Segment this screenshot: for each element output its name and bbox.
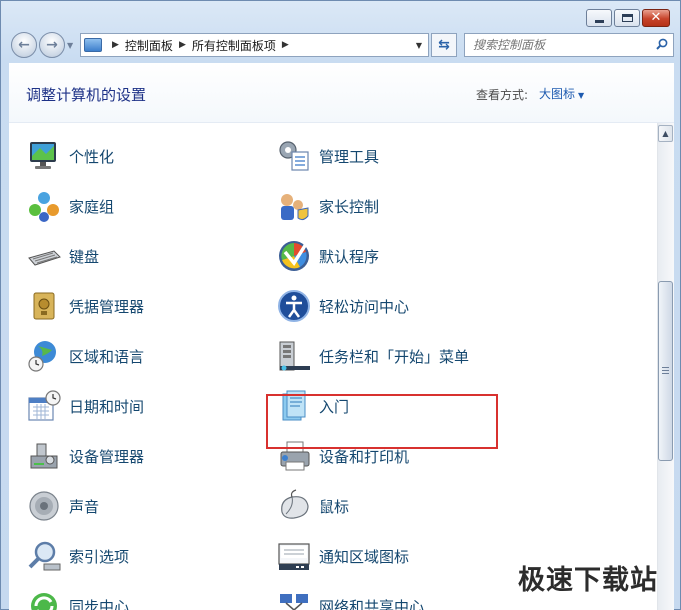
refresh-icon: ⇆	[438, 37, 450, 53]
breadcrumb-separator-icon[interactable]: ▶	[112, 40, 119, 50]
item-region-language[interactable]: 区域和语言	[26, 337, 144, 375]
grip-icon	[662, 367, 669, 374]
content-header: 调整计算机的设置 查看方式: 大图标 ▼	[9, 63, 674, 123]
refresh-button[interactable]: ⇆	[431, 33, 457, 57]
item-label[interactable]: 管理工具	[319, 146, 379, 167]
item-label[interactable]: 同步中心	[69, 596, 129, 610]
default-programs-icon	[279, 241, 309, 271]
content-pane: 调整计算机的设置 查看方式: 大图标 ▼ 个性化 家庭组 键盘 凭据管理器 区域…	[9, 63, 674, 610]
item-label[interactable]: 家长控制	[319, 196, 379, 217]
item-label[interactable]: 通知区域图标	[319, 546, 409, 567]
item-label[interactable]: 键盘	[69, 246, 99, 267]
back-arrow-icon: ←	[18, 37, 30, 53]
item-indexing-options[interactable]: 索引选项	[26, 537, 129, 575]
item-sound[interactable]: 声音	[26, 487, 99, 525]
item-device-manager[interactable]: 设备管理器	[26, 437, 144, 475]
close-button[interactable]: ✕	[642, 9, 670, 27]
minimize-button[interactable]	[586, 9, 612, 27]
mouse-icon	[281, 489, 309, 519]
recent-pages-chevron-icon[interactable]: ▼	[67, 41, 77, 50]
item-label[interactable]: 网络和共享中心	[319, 596, 424, 610]
navigation-bar: ← → ▼ ▶ 控制面板 ▶ 所有控制面板项 ▶ ▼ ⇆	[9, 31, 674, 59]
item-personalize[interactable]: 个性化	[26, 137, 114, 175]
sync-center-icon	[31, 593, 57, 610]
window-controls: ✕	[584, 9, 670, 27]
item-homegroup[interactable]: 家庭组	[26, 187, 114, 225]
breadcrumb-separator-icon[interactable]: ▶	[179, 40, 186, 50]
item-label[interactable]: 任务栏和「开始」菜单	[319, 346, 469, 367]
notification-area-icon	[278, 543, 310, 570]
item-label[interactable]: 索引选项	[69, 546, 129, 567]
calendar-clock-icon	[28, 390, 61, 421]
item-network-sharing[interactable]: 网络和共享中心	[276, 587, 424, 610]
monitor-personalize-icon	[30, 142, 56, 169]
window-frame: ✕ ← → ▼ ▶ 控制面板 ▶ 所有控制面板项 ▶ ▼ ⇆ 调整计算机的设置 …	[0, 0, 681, 610]
speaker-icon	[29, 491, 59, 521]
item-ease-of-access[interactable]: 轻松访问中心	[276, 287, 409, 325]
network-icon	[280, 594, 308, 610]
keyboard-icon	[28, 250, 61, 266]
forward-arrow-icon: →	[46, 37, 58, 53]
breadcrumb-control-panel[interactable]: 控制面板	[125, 37, 173, 54]
ease-of-access-icon	[278, 290, 310, 322]
item-sync-center[interactable]: 同步中心	[26, 587, 129, 610]
homegroup-icon	[29, 192, 59, 222]
chevron-down-icon[interactable]: ▼	[578, 91, 584, 100]
item-label[interactable]: 个性化	[69, 146, 114, 167]
breadcrumb-separator-icon[interactable]: ▶	[282, 40, 289, 50]
close-icon: ✕	[650, 10, 662, 25]
page-title: 调整计算机的设置	[26, 86, 147, 104]
item-admin-tools[interactable]: 管理工具	[276, 137, 379, 175]
back-button[interactable]: ←	[11, 32, 37, 58]
item-label[interactable]: 区域和语言	[69, 346, 144, 367]
parental-control-icon	[281, 194, 309, 221]
search-input[interactable]	[465, 34, 645, 56]
watermark: 极速下载站	[518, 565, 658, 596]
device-manager-icon	[30, 443, 58, 469]
item-taskbar-start-menu[interactable]: 任务栏和「开始」菜单	[276, 337, 469, 375]
item-date-time[interactable]: 日期和时间	[26, 387, 144, 425]
scrollbar-thumb[interactable]	[658, 281, 673, 461]
maximize-icon	[622, 14, 633, 22]
item-label[interactable]: 家庭组	[69, 196, 114, 217]
control-panel-items: 个性化 家庭组 键盘 凭据管理器 区域和语言 日期和时间 设备管理器 声音 索引…	[9, 131, 649, 610]
control-panel-icon	[84, 38, 102, 52]
taskbar-start-icon	[279, 341, 310, 371]
address-dropdown-icon[interactable]: ▼	[416, 41, 422, 50]
item-parental-controls[interactable]: 家长控制	[276, 187, 379, 225]
admin-tools-icon	[279, 141, 309, 171]
scroll-up-button[interactable]: ▲	[658, 125, 673, 142]
view-by-value[interactable]: 大图标	[539, 87, 575, 101]
item-credential-manager[interactable]: 凭据管理器	[26, 287, 144, 325]
index-search-icon	[28, 541, 61, 571]
globe-clock-icon	[28, 341, 56, 372]
item-keyboard[interactable]: 键盘	[26, 237, 99, 275]
item-label[interactable]: 轻松访问中心	[319, 296, 409, 317]
item-label[interactable]: 鼠标	[319, 496, 349, 517]
item-notification-area-icons[interactable]: 通知区域图标	[276, 537, 409, 575]
view-by-dropdown[interactable]: 大图标 ▼	[539, 85, 584, 102]
view-by-label: 查看方式:	[476, 88, 529, 102]
minimize-icon	[595, 20, 604, 23]
highlight-box	[266, 394, 498, 449]
item-label[interactable]: 默认程序	[319, 246, 379, 267]
address-bar[interactable]: ▶ 控制面板 ▶ 所有控制面板项 ▶ ▼	[80, 33, 429, 57]
item-label[interactable]: 日期和时间	[69, 396, 144, 417]
item-label[interactable]: 设备管理器	[69, 446, 144, 467]
item-label[interactable]: 声音	[69, 496, 99, 517]
item-default-programs[interactable]: 默认程序	[276, 237, 379, 275]
search-box[interactable]	[464, 33, 674, 57]
credential-safe-icon	[33, 292, 55, 320]
search-icon[interactable]	[656, 38, 668, 50]
maximize-button[interactable]	[614, 9, 640, 27]
item-mouse[interactable]: 鼠标	[276, 487, 349, 525]
item-label[interactable]: 凭据管理器	[69, 296, 144, 317]
breadcrumb-all-items[interactable]: 所有控制面板项	[192, 37, 276, 54]
forward-button[interactable]: →	[39, 32, 65, 58]
